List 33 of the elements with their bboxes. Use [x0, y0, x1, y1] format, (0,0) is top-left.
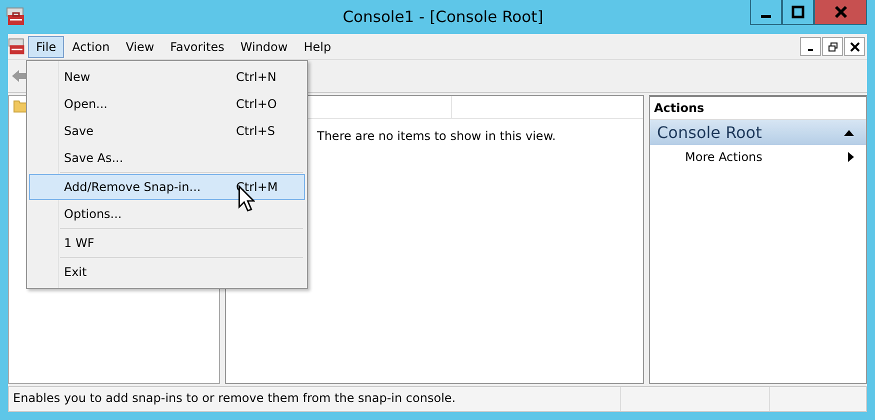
- menu-item[interactable]: 1 WF: [29, 230, 305, 256]
- status-bar: Enables you to add snap-ins to or remove them from the snap-in console.: [8, 386, 867, 412]
- menu-item[interactable]: Help: [296, 36, 340, 58]
- close-button[interactable]: [844, 37, 865, 56]
- menu-item[interactable]: Exit: [29, 259, 305, 285]
- menu-item[interactable]: New Ctrl+N: [29, 64, 305, 90]
- maximize-button[interactable]: [782, 0, 814, 25]
- minimize-icon: [761, 14, 771, 18]
- menu-item[interactable]: Save As...: [29, 145, 305, 171]
- menu-item[interactable]: Open... Ctrl+O: [29, 91, 305, 117]
- close-icon: [850, 42, 860, 52]
- menu-item[interactable]: Action: [64, 36, 118, 58]
- menu-item[interactable]: Options...: [29, 201, 305, 227]
- action-item[interactable]: More Actions: [650, 145, 866, 169]
- close-icon: [834, 5, 848, 19]
- menu-item[interactable]: File: [28, 36, 64, 58]
- collapse-arrow-icon[interactable]: [844, 130, 854, 136]
- toolbox-icon: [6, 7, 26, 27]
- maximize-icon: [791, 5, 805, 19]
- restore-button[interactable]: [822, 37, 843, 56]
- toolbox-icon: [8, 38, 26, 56]
- menu-item[interactable]: Favorites: [162, 36, 232, 58]
- minimize-button[interactable]: [800, 37, 821, 56]
- menu-item[interactable]: Save Ctrl+S: [29, 118, 305, 144]
- menu-item[interactable]: Window: [232, 36, 296, 58]
- minimize-icon: [808, 48, 813, 50]
- empty-message: There are no items to show in this view.: [317, 129, 556, 143]
- section-header[interactable]: Console Root: [650, 120, 866, 145]
- window-title: Console1 - [Console Root]: [342, 8, 544, 26]
- restore-icon: [828, 42, 838, 52]
- minimize-button[interactable]: [750, 0, 782, 25]
- menu-item[interactable]: View: [118, 36, 162, 58]
- back-arrow-icon[interactable]: [11, 68, 27, 84]
